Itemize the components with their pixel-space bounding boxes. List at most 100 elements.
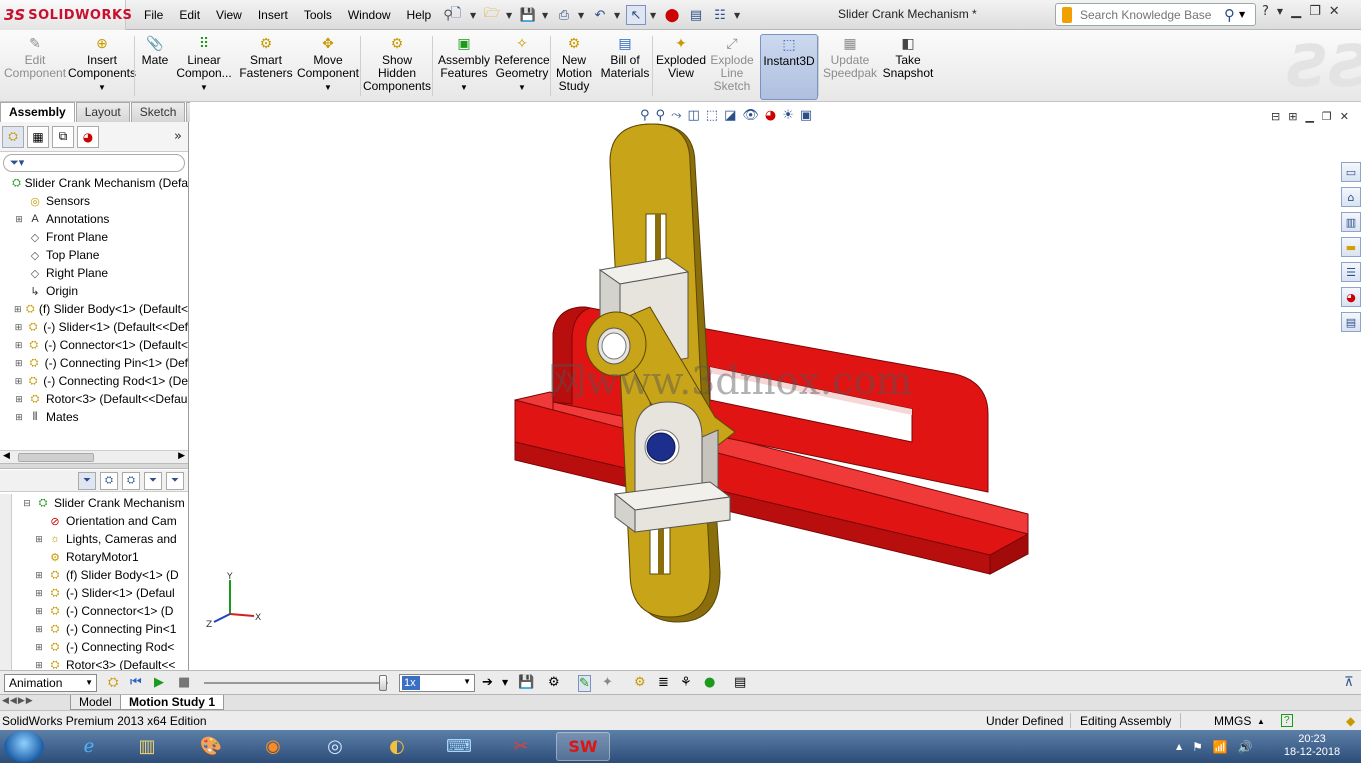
insert-components-button[interactable]: ⊕ Insert Components ▼ <box>64 34 140 100</box>
custom-properties-icon[interactable]: ▤ <box>1341 312 1361 332</box>
tab-motion-study-1[interactable]: Motion Study 1 <box>120 695 224 710</box>
expand-toggle-icon[interactable]: ⊞ <box>34 534 44 545</box>
tab-layout[interactable]: Layout <box>75 102 130 122</box>
zoom-to-area-icon[interactable]: ⚲ <box>656 108 666 123</box>
tree-item[interactable]: ⛭ Slider Crank Mechanism (Defa <box>0 174 188 192</box>
undo-dropdown-icon[interactable]: ▼ <box>614 11 622 20</box>
print-dropdown-icon[interactable]: ▼ <box>578 11 586 20</box>
expand-toggle-icon[interactable]: ⊟ <box>22 498 32 509</box>
mate-button[interactable]: 📎 Mate <box>138 34 172 100</box>
tree-item[interactable]: ⊞ ⛭ (-) Slider<1> (Default<<Def <box>0 318 188 336</box>
display-style-icon[interactable]: ◪ <box>724 108 736 123</box>
chevron-down-icon[interactable]: ▼ <box>324 81 332 94</box>
tree-item[interactable]: ⊘ Orientation and Cam <box>0 512 188 530</box>
tray-expand-icon[interactable]: ▲ <box>1176 742 1182 751</box>
reference-geometry-button[interactable]: ✧ Reference Geometry ▼ <box>492 34 552 100</box>
file-explorer-taskbar-icon[interactable]: ▥ <box>120 732 174 761</box>
smart-fasteners-button[interactable]: ⚙ Smart Fasteners <box>238 34 294 100</box>
display-manager-tab-icon[interactable]: ◕ <box>77 125 99 148</box>
edit-appearance-icon[interactable]: ◕ <box>765 108 776 123</box>
property-manager-tab-icon[interactable]: ▦ <box>27 125 49 148</box>
motor-icon[interactable]: ⚙ <box>634 675 646 690</box>
expand-toggle-icon[interactable]: ⊞ <box>14 376 23 387</box>
snipping-tool-icon[interactable]: ✂ <box>494 732 548 761</box>
filter-driving-icon[interactable]: ⛭ <box>100 471 118 490</box>
tree-item[interactable]: ↳ Origin <box>0 282 188 300</box>
scrollbar-thumb[interactable] <box>18 453 94 462</box>
filter-animated-icon[interactable]: ⏷ <box>78 471 96 490</box>
tree-item[interactable]: ◇ Top Plane <box>0 246 188 264</box>
new-motion-study-button[interactable]: ⚙ New Motion Study <box>554 34 594 100</box>
assembly-features-button[interactable]: ▣ Assembly Features ▼ <box>436 34 492 100</box>
section-view-icon[interactable]: ◫ <box>687 108 699 123</box>
expand-toggle-icon[interactable]: ⊞ <box>14 322 23 333</box>
undo-icon[interactable]: ↶ <box>590 5 610 25</box>
play-icon[interactable]: ▶ <box>154 675 164 690</box>
menu-insert[interactable]: Insert <box>250 8 296 22</box>
viewport-tile-icon[interactable]: ⊟ <box>1271 110 1280 123</box>
tree-item[interactable]: ⊞ ⛭ (f) Slider Body<1> (Default< <box>0 300 188 318</box>
open-dropdown-icon[interactable]: ▼ <box>506 11 514 20</box>
tree-item[interactable]: ⊞ ⛭ (-) Connecting Pin<1 <box>0 620 188 638</box>
contact-icon[interactable]: ⚘ <box>680 675 692 690</box>
play-from-start-icon[interactable]: ⏮ <box>130 675 142 690</box>
help-status-icon[interactable]: ? <box>1281 714 1293 727</box>
expand-toggle-icon[interactable]: ⊞ <box>14 340 23 351</box>
spring-icon[interactable]: ≣ <box>658 675 669 690</box>
tree-item[interactable]: ⊞ ⛭ (-) Connecting Rod< <box>0 638 188 656</box>
tree-item[interactable]: ⊞ ⛭ Rotor<3> (Default<< <box>0 656 188 670</box>
tree-item[interactable]: ⊞ ⛭ (-) Connecting Rod<1> (De <box>0 372 188 390</box>
tree-item[interactable]: ⊞ ☼ Lights, Cameras and <box>0 530 188 548</box>
gravity-icon[interactable]: ● <box>704 675 715 690</box>
file-explorer-icon[interactable]: ▥ <box>1341 212 1361 232</box>
edit-component-button[interactable]: ✎ Edit Component <box>4 34 66 100</box>
tree-item[interactable]: ⊞ ⛭ (f) Slider Body<1> (D <box>0 566 188 584</box>
scroll-right-icon[interactable]: ▶ <box>178 451 185 461</box>
filter-results-icon[interactable]: ⏷ <box>144 471 162 490</box>
select-dropdown-icon[interactable]: ▼ <box>650 11 658 20</box>
view-settings-icon[interactable]: ▣ <box>800 108 812 123</box>
options-icon[interactable]: ☷ <box>710 5 730 25</box>
keyboard-icon[interactable]: ⌨ <box>432 732 486 761</box>
playback-mode-dropdown-icon[interactable]: ▼ <box>502 678 508 687</box>
tab-assembly[interactable]: Assembly <box>0 102 75 122</box>
calculate-icon[interactable]: ⛭ <box>108 675 118 690</box>
graphics-area[interactable]: 网www.3dmox.com ⚲ ⚲ ⤳ ◫ ⬚ ◪ 👁 ◕ ☀ ▣ ⊟ ⊞ ▁… <box>190 102 1361 670</box>
configuration-manager-tab-icon[interactable]: ⧉ <box>52 125 74 148</box>
filter-selected-icon[interactable]: ⛭ <box>122 471 140 490</box>
search-icon[interactable]: ⚲ <box>1224 6 1235 24</box>
viewport-restore-icon[interactable]: ❐ <box>1322 110 1332 123</box>
menu-file[interactable]: File <box>136 8 171 22</box>
save-icon[interactable]: 💾 <box>518 5 538 25</box>
hide-show-items-icon[interactable]: 👁 <box>742 108 759 123</box>
bill-of-materials-button[interactable]: ▤ Bill of Materials <box>600 34 650 100</box>
tree-item[interactable]: ◇ Front Plane <box>0 228 188 246</box>
feature-manager-tab-icon[interactable]: ⛭ <box>2 125 24 148</box>
move-component-button[interactable]: ✥ Move Component ▼ <box>296 34 360 100</box>
save-dropdown-icon[interactable]: ▼ <box>542 11 550 20</box>
tag-icon[interactable]: ◆ <box>1346 714 1355 728</box>
tree-item[interactable]: ⊞ ⫴ Mates <box>0 408 188 426</box>
expand-toggle-icon[interactable]: ⊞ <box>34 570 44 581</box>
chevron-down-icon[interactable]: ▼ <box>200 81 208 94</box>
new-document-icon[interactable]: 🗋 <box>446 5 466 25</box>
tree-item[interactable]: ◇ Right Plane <box>0 264 188 282</box>
new-dropdown-icon[interactable]: ▼ <box>470 11 478 20</box>
explode-line-sketch-button[interactable]: ⤢ Explode Line Sketch <box>708 34 756 100</box>
minimize-icon[interactable]: ▁ <box>1291 4 1301 19</box>
expand-toggle-icon[interactable]: ⊞ <box>14 412 24 423</box>
unit-system[interactable]: MMGS <box>1214 714 1251 728</box>
tree-item[interactable]: ⊞ ⛭ (-) Connector<1> (D <box>0 602 188 620</box>
playback-mode-icon[interactable]: ➔ <box>482 675 493 690</box>
chrome-like-icon[interactable]: ◎ <box>308 732 362 761</box>
tree-item[interactable]: ⊞ ⛭ (-) Connector<1> (Default< <box>0 336 188 354</box>
show-hidden-button[interactable]: ⚙ Show Hidden Components <box>362 34 432 100</box>
expand-toggle-icon[interactable]: ⊞ <box>34 606 44 617</box>
instant3d-button[interactable]: ⬚ Instant3D <box>760 34 818 100</box>
expand-toggle-icon[interactable]: ⊞ <box>14 358 23 369</box>
chevron-down-icon[interactable]: ▼ <box>98 81 106 94</box>
solidworks-logo[interactable]: 3S SOLIDWORKS <box>0 0 132 30</box>
internet-explorer-icon[interactable]: ℯ <box>62 732 116 761</box>
menu-tools[interactable]: Tools <box>296 8 340 22</box>
collapse-motion-manager-icon[interactable]: ⊼ <box>1344 675 1354 690</box>
